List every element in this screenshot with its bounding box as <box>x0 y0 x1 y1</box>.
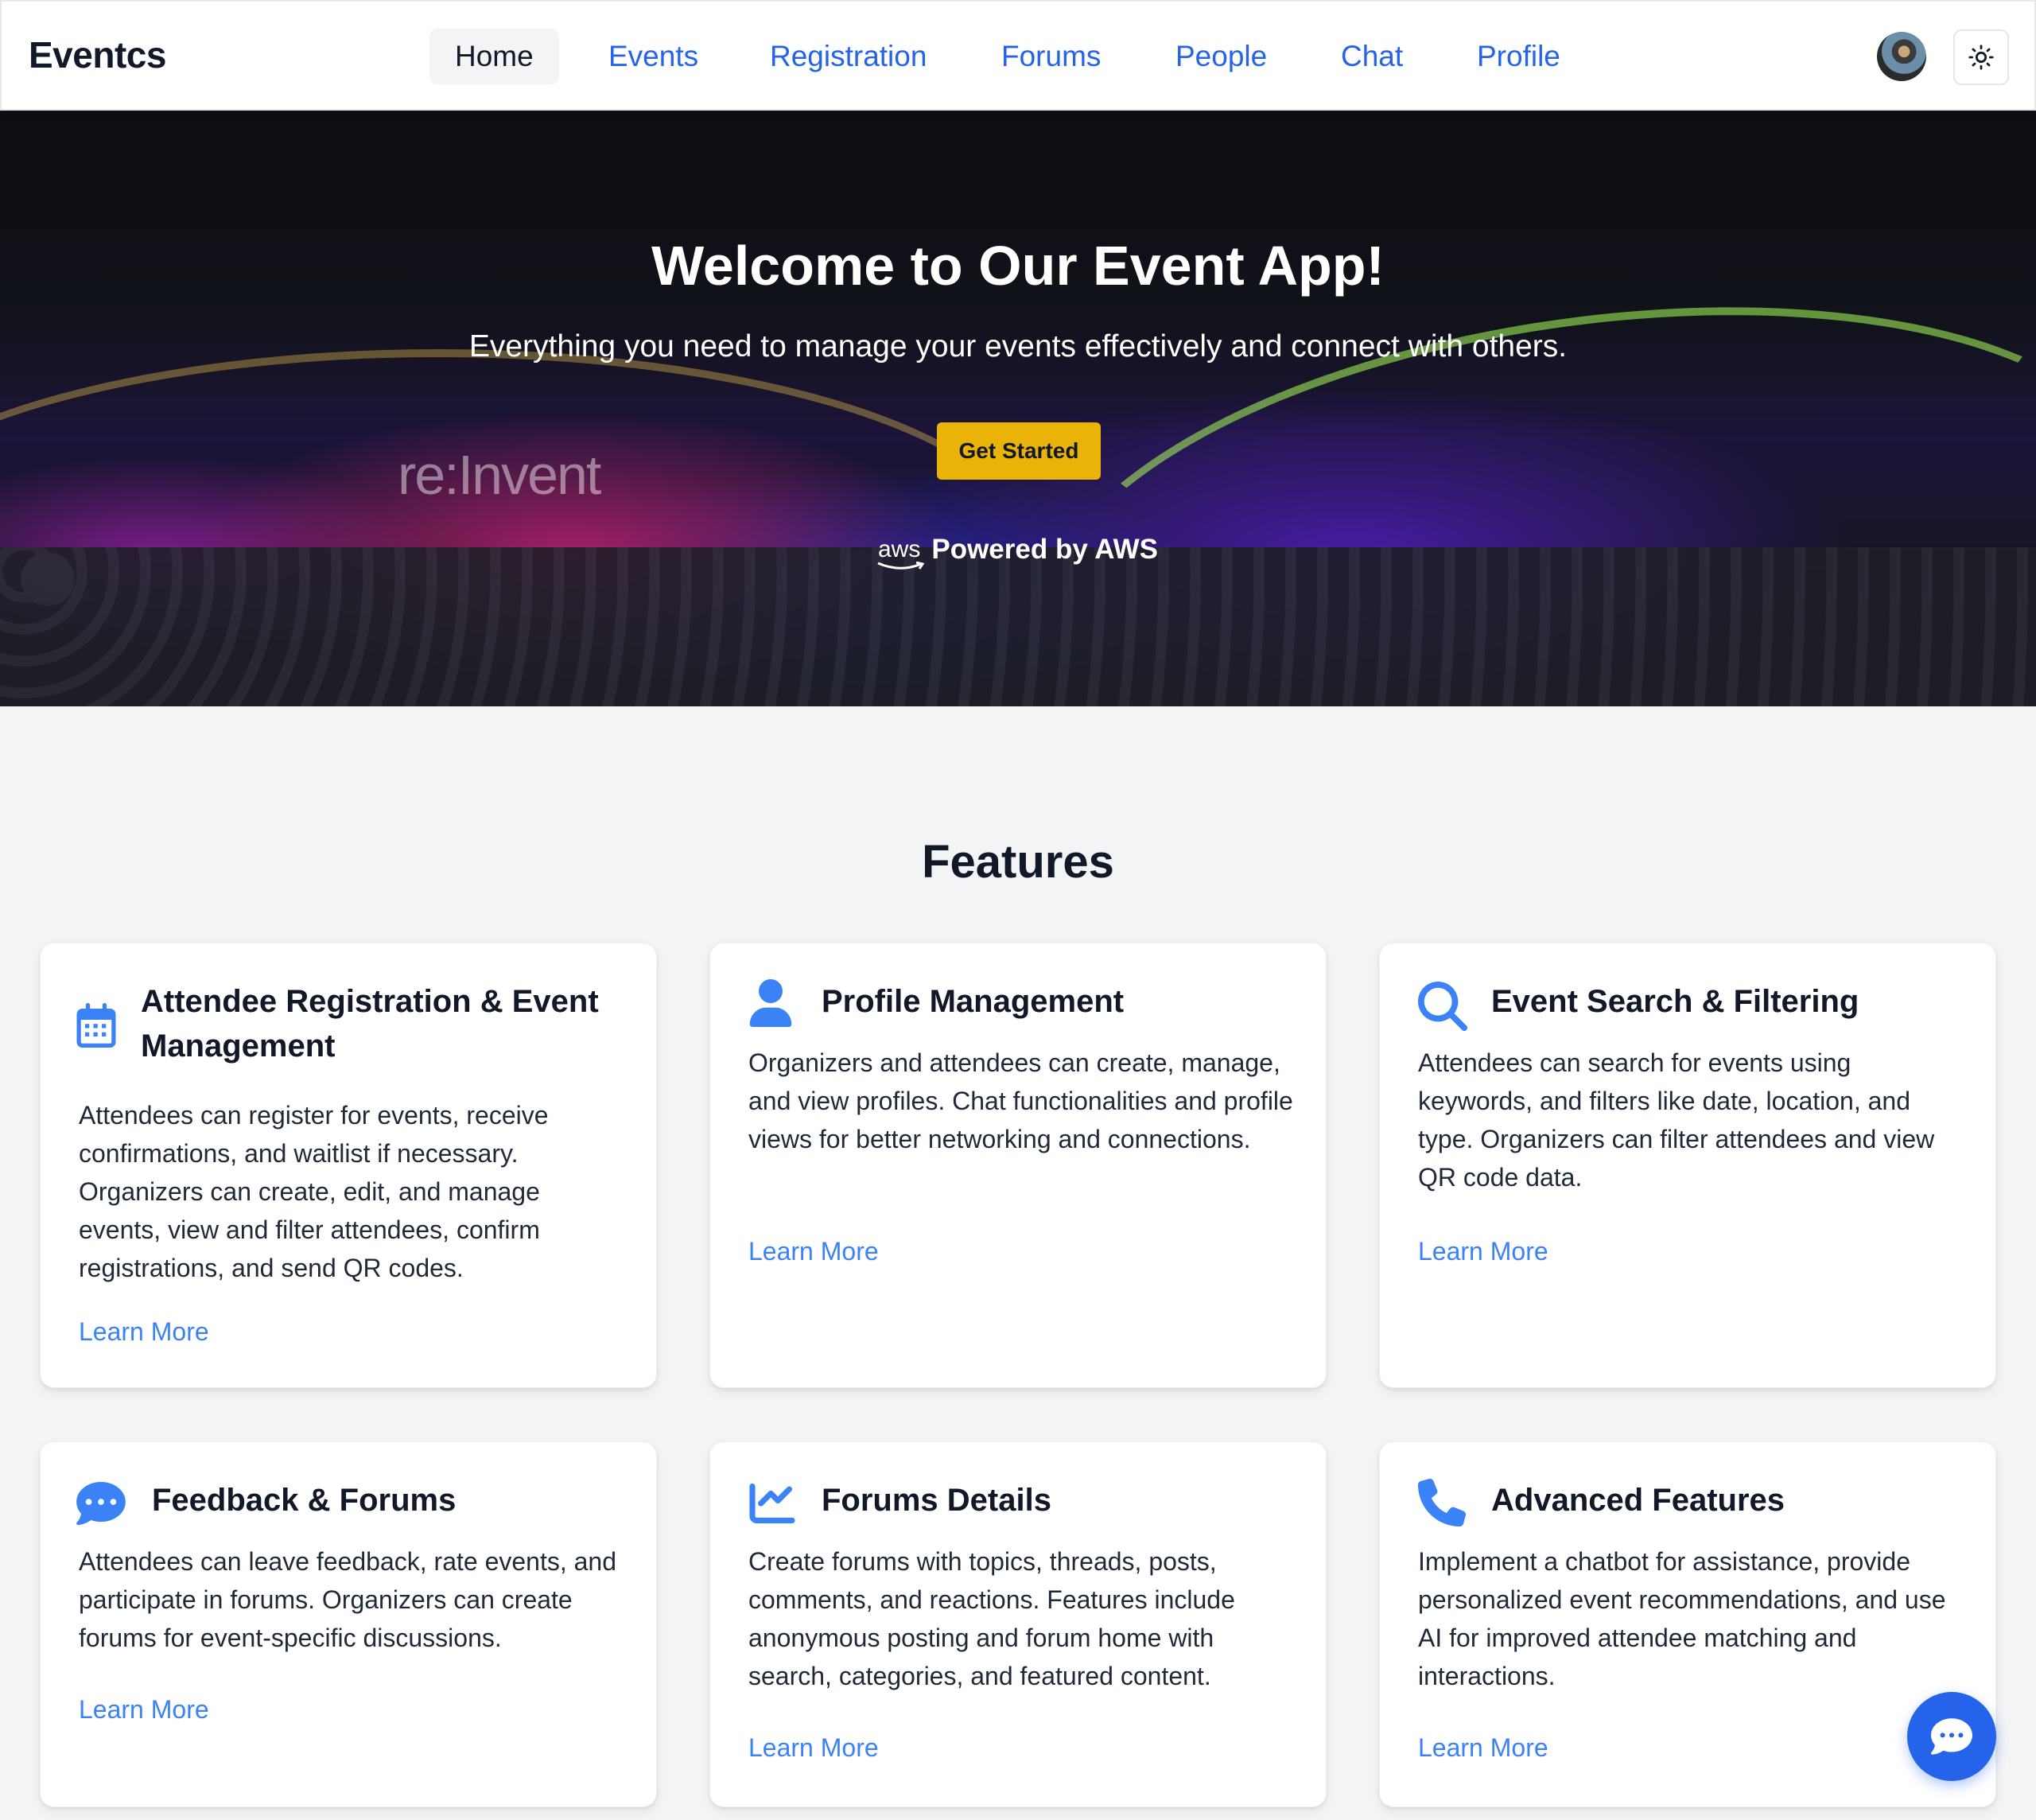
feature-description: Attendees can leave feedback, rate event… <box>79 1547 617 1652</box>
powered-by: aws Powered by AWS <box>877 530 1158 570</box>
hero-background-sign: re:Invent <box>398 444 601 506</box>
feature-description: Implement a chatbot for assistance, prov… <box>1418 1547 1946 1690</box>
feature-title: Forums Details <box>822 1483 1051 1518</box>
powered-by-text: Powered by AWS <box>931 534 1158 565</box>
chat-bubble-icon <box>1931 1718 1972 1755</box>
learn-more-link[interactable]: Learn More <box>1418 1237 1548 1266</box>
phone-icon <box>1418 1479 1466 1526</box>
nav-events[interactable]: Events <box>608 29 698 84</box>
feature-card: Feedback & Forums Attendees can leave fe… <box>40 1441 657 1807</box>
chart-line-icon <box>749 1484 795 1523</box>
learn-more-link[interactable]: Learn More <box>748 1733 879 1763</box>
aws-logo-icon: aws <box>877 536 925 570</box>
hero-subtitle: Everything you need to manage your event… <box>468 329 1568 364</box>
feature-title: Feedback & Forums <box>152 1483 457 1518</box>
get-started-button[interactable]: Get Started <box>937 422 1101 480</box>
top-navbar: Eventcs Home Events Registration Forums … <box>0 0 2036 111</box>
feature-card: Forums Details Create forums with topics… <box>709 1441 1327 1807</box>
hero-title: Welcome to Our Event App! <box>651 235 1385 297</box>
feature-description: Attendees can register for events, recei… <box>79 1101 549 1282</box>
feature-card: Advanced Features Implement a chatbot fo… <box>1379 1441 1996 1807</box>
theme-toggle-button[interactable] <box>1953 29 2009 85</box>
brand-logo[interactable]: Eventcs <box>29 33 166 76</box>
feature-card: Attendee Registration & Event Management… <box>40 943 657 1388</box>
user-avatar[interactable] <box>1877 32 1926 81</box>
search-icon <box>1418 982 1467 1031</box>
nav-registration[interactable]: Registration <box>770 29 927 84</box>
feature-title: Advanced Features <box>1491 1483 1785 1518</box>
features-heading: Features <box>922 836 1114 888</box>
learn-more-link[interactable]: Learn More <box>748 1237 879 1266</box>
feature-title: Attendee Registration & Event Management <box>141 984 599 1064</box>
nav-chat[interactable]: Chat <box>1341 29 1403 84</box>
feature-description: Organizers and attendees can create, man… <box>748 1048 1293 1153</box>
feature-description: Attendees can search for events using ke… <box>1418 1048 1935 1192</box>
feature-card: Profile Management Organizers and attend… <box>709 943 1327 1388</box>
hero-crowd <box>0 547 2036 706</box>
nav-profile[interactable]: Profile <box>1477 29 1560 84</box>
comment-dots-icon <box>76 1482 126 1525</box>
sun-icon <box>1968 45 1994 70</box>
nav-people[interactable]: People <box>1175 29 1267 84</box>
learn-more-link[interactable]: Learn More <box>79 1317 209 1347</box>
learn-more-link[interactable]: Learn More <box>1418 1733 1548 1763</box>
hero-banner: re:Invent Welcome to Our Event App! Ever… <box>0 111 2036 706</box>
feature-description: Create forums with topics, threads, post… <box>748 1547 1235 1690</box>
aws-logo-text: aws <box>878 536 921 562</box>
chat-fab-button[interactable] <box>1907 1692 1996 1781</box>
nav-home[interactable]: Home <box>429 29 559 84</box>
feature-title: Profile Management <box>822 984 1125 1019</box>
calendar-icon <box>76 1003 116 1048</box>
learn-more-link[interactable]: Learn More <box>79 1695 209 1725</box>
feature-title: Event Search & Filtering <box>1491 984 1859 1019</box>
feature-card: Event Search & Filtering Attendees can s… <box>1379 943 1996 1388</box>
nav-forums[interactable]: Forums <box>1001 29 1101 84</box>
user-icon <box>749 979 792 1027</box>
